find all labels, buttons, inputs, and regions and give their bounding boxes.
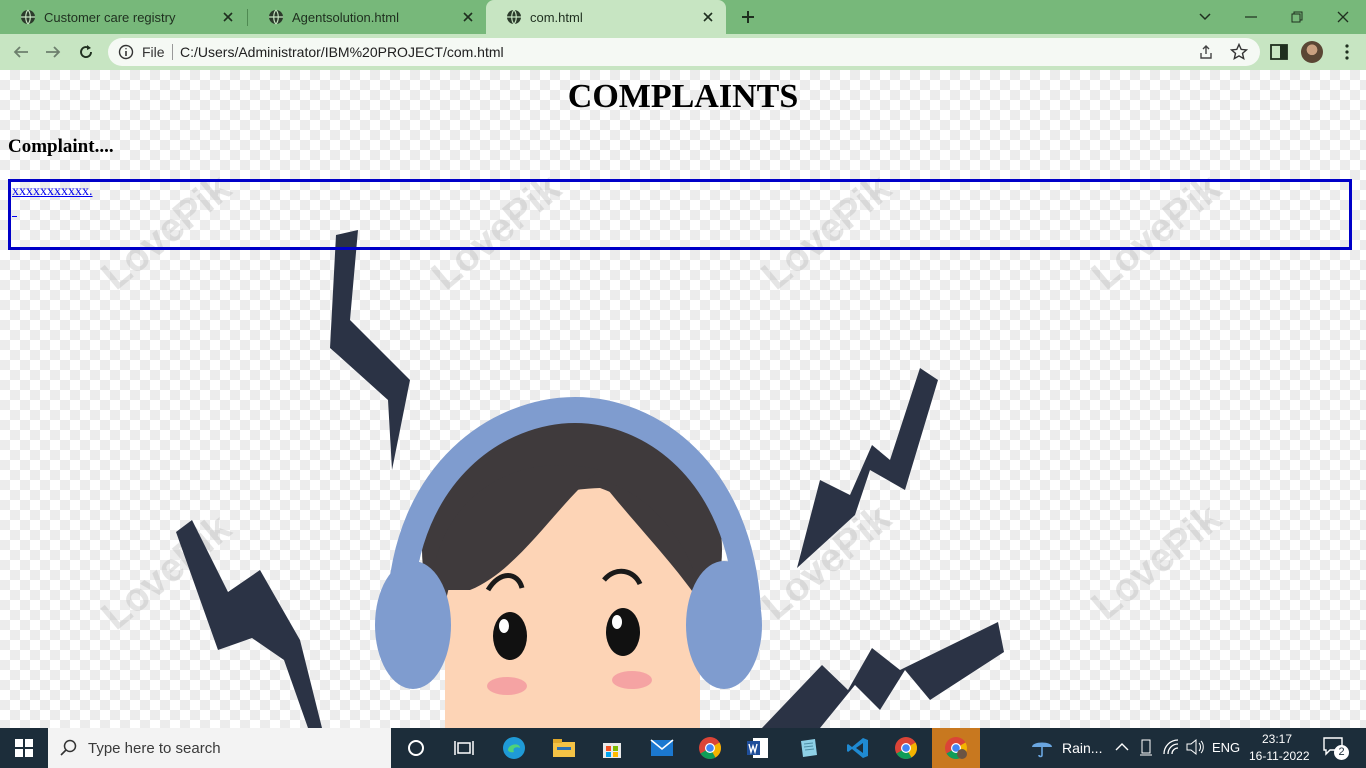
weather-label[interactable]: Rain... bbox=[1062, 740, 1102, 756]
bookmark-star-icon[interactable] bbox=[1230, 43, 1248, 61]
globe-icon bbox=[21, 9, 35, 25]
word-icon[interactable] bbox=[734, 728, 782, 768]
globe-icon bbox=[507, 9, 521, 25]
clock-date[interactable]: 16-11-2022 bbox=[1249, 749, 1310, 763]
complaint-link[interactable]: xxxxxxxxxxx. bbox=[12, 184, 93, 200]
url-text[interactable]: C:/Users/Administrator/IBM%20PROJECT/com… bbox=[180, 44, 504, 60]
lightning-bolt bbox=[797, 368, 938, 568]
wifi-icon[interactable] bbox=[1163, 739, 1179, 755]
store-icon[interactable] bbox=[588, 728, 636, 768]
language-indicator[interactable]: ENG bbox=[1212, 740, 1240, 755]
tab-com-html[interactable]: com.html bbox=[486, 0, 726, 34]
globe-icon bbox=[269, 9, 283, 25]
page-title: COMPLAINTS bbox=[567, 78, 799, 115]
tab-strip: Customer care registry Agentsolution.htm… bbox=[0, 0, 1366, 34]
info-icon[interactable] bbox=[118, 44, 134, 60]
mail-icon[interactable] bbox=[638, 728, 686, 768]
search-icon bbox=[60, 739, 77, 756]
back-icon[interactable] bbox=[10, 41, 32, 63]
chrome-icon[interactable] bbox=[686, 728, 734, 768]
chrome-icon[interactable] bbox=[882, 728, 930, 768]
new-tab-icon[interactable] bbox=[738, 7, 758, 27]
lightning-bolt bbox=[762, 622, 1004, 728]
chevron-up-icon[interactable] bbox=[1115, 742, 1129, 752]
close-tab-icon[interactable] bbox=[220, 9, 236, 25]
complaint-heading: Complaint.... bbox=[8, 136, 114, 157]
tab-customer-care-registry[interactable]: Customer care registry bbox=[0, 0, 246, 34]
taskbar-search-input[interactable]: Type here to search bbox=[48, 728, 391, 768]
volume-icon[interactable] bbox=[1186, 739, 1204, 755]
address-bar[interactable]: File C:/Users/Administrator/IBM%20PROJEC… bbox=[108, 38, 1260, 66]
tab-search-chevron-down-icon[interactable] bbox=[1193, 5, 1217, 29]
edge-icon[interactable] bbox=[490, 728, 538, 768]
forward-icon[interactable] bbox=[42, 41, 64, 63]
lightning-bolt bbox=[330, 230, 410, 470]
clock-time[interactable]: 23:17 bbox=[1262, 732, 1292, 746]
tab-agentsolution[interactable]: Agentsolution.html bbox=[248, 0, 486, 34]
notification-center-icon[interactable]: 2 bbox=[1322, 736, 1349, 760]
page-content: LovePik LovePik LovePik LovePik LovePik … bbox=[0, 70, 1366, 728]
tab-title: Agentsolution.html bbox=[292, 9, 399, 25]
menu-kebab-icon[interactable] bbox=[1338, 43, 1356, 61]
notification-count-badge: 2 bbox=[1334, 745, 1349, 760]
taskbar: Type here to search Rain... ENG 23:17 16… bbox=[0, 728, 1366, 768]
browser-toolbar: File C:/Users/Administrator/IBM%20PROJEC… bbox=[0, 34, 1366, 70]
tab-title: Customer care registry bbox=[44, 9, 176, 25]
notepad-icon[interactable] bbox=[784, 728, 832, 768]
profile-avatar[interactable] bbox=[1301, 41, 1323, 63]
lightning-bolt bbox=[176, 520, 322, 728]
cortana-icon[interactable] bbox=[392, 728, 440, 768]
share-icon[interactable] bbox=[1198, 44, 1214, 60]
search-placeholder: Type here to search bbox=[88, 740, 221, 757]
close-tab-icon[interactable] bbox=[460, 9, 476, 25]
scheme-label: File bbox=[142, 44, 165, 60]
divider bbox=[172, 44, 173, 60]
close-window-icon[interactable] bbox=[1331, 5, 1355, 29]
close-tab-icon[interactable] bbox=[700, 9, 716, 25]
vscode-icon[interactable] bbox=[834, 728, 882, 768]
windows-start-icon[interactable] bbox=[0, 728, 48, 768]
headphone-character-illustration bbox=[176, 230, 1004, 728]
complaint-box: xxxxxxxxxxx. bbox=[8, 179, 1352, 250]
weather-umbrella-icon[interactable] bbox=[1030, 737, 1054, 759]
text-caret bbox=[12, 202, 17, 217]
side-panel-icon[interactable] bbox=[1270, 44, 1288, 60]
reload-icon[interactable] bbox=[75, 41, 97, 63]
task-view-icon[interactable] bbox=[440, 728, 488, 768]
restore-icon[interactable] bbox=[1285, 5, 1309, 29]
tab-title: com.html bbox=[530, 9, 583, 25]
minimize-icon[interactable] bbox=[1239, 5, 1263, 29]
file-explorer-icon[interactable] bbox=[540, 728, 588, 768]
device-icon[interactable] bbox=[1139, 739, 1153, 757]
chrome-profile-icon[interactable] bbox=[932, 728, 980, 768]
